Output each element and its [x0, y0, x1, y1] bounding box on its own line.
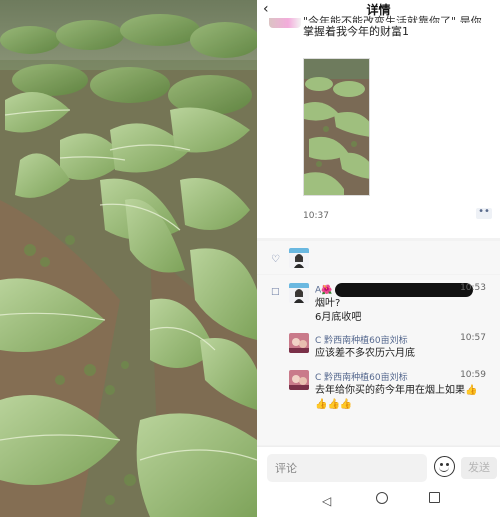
- comment-text-line2: 6月底收吧: [315, 312, 362, 323]
- post-card: "今年能不能改变生活就靠你了" 是你 掌握着我今年的财富1 10:37 ••: [257, 15, 500, 238]
- comment-item[interactable]: C 黔西南种植60亩刘标 10:59 去年给你买的药今年用在烟上如果👍 👍👍👍: [289, 370, 500, 416]
- comment-author[interactable]: A🌺: [315, 283, 474, 297]
- post-text-line1: "今年能不能改变生活就靠你了" 是你: [303, 15, 482, 23]
- comment-time: 10:57: [460, 333, 486, 343]
- avatar[interactable]: [289, 333, 309, 353]
- comment-input[interactable]: [267, 454, 427, 482]
- triangle-back-icon[interactable]: ◁: [322, 494, 334, 508]
- tobacco-field-illustration: [0, 0, 257, 517]
- comment-text: 应该差不多农历六月底: [315, 348, 415, 359]
- redaction-bar: [335, 283, 474, 297]
- post-image[interactable]: [303, 58, 370, 196]
- comment-text-line2: 👍👍👍: [315, 399, 353, 410]
- comment-author-name[interactable]: A🌺: [315, 286, 332, 296]
- tobacco-field-photo: [0, 0, 257, 517]
- comment-text-line1: 去年给你买的药今年用在烟上如果👍: [315, 385, 478, 396]
- heart-icon: ♡: [271, 254, 280, 265]
- comment-text: 烟叶? 6月底收吧: [315, 297, 493, 325]
- square-recent-icon[interactable]: [429, 492, 440, 503]
- comment-input-bar: 发送: [257, 446, 500, 486]
- circle-home-icon[interactable]: [376, 492, 388, 504]
- post-time: 10:37: [303, 211, 329, 221]
- avatar-image: [289, 283, 309, 303]
- avatar[interactable]: [289, 283, 309, 303]
- comment-author[interactable]: C 黔西南种植60亩刘标: [315, 333, 408, 346]
- post-text-line2: 掌握着我今年的财富1: [303, 25, 409, 38]
- comment-text: 去年给你买的药今年用在烟上如果👍 👍👍👍: [315, 384, 493, 412]
- avatar-image: [289, 370, 309, 390]
- moments-detail-panel: ‹ 详情 "今年能不能改变生活就靠你了" 是你 掌握着我今年的财富1 10:37…: [257, 0, 500, 517]
- system-nav-bar: ◁: [257, 486, 500, 517]
- avatar[interactable]: [289, 370, 309, 390]
- emoji-mouth: [439, 466, 449, 472]
- avatar-image: [289, 248, 309, 268]
- comments-section: □ A🌺 10:53 烟叶? 6月底收吧 C 黔西南种植60亩刘标 10:57 …: [257, 275, 500, 445]
- send-button[interactable]: 发送: [461, 457, 497, 479]
- comment-time: 10:53: [460, 283, 486, 293]
- more-options-button[interactable]: ••: [476, 207, 492, 219]
- avatar-image: [289, 333, 309, 353]
- comment-time: 10:59: [460, 370, 486, 380]
- comment-icon: □: [271, 287, 280, 297]
- emoji-icon[interactable]: [434, 456, 455, 477]
- likes-section: ♡: [257, 241, 500, 274]
- comment-text-line1: 烟叶?: [315, 298, 341, 309]
- post-image-thumbnail: [304, 59, 369, 195]
- comment-author[interactable]: C 黔西南种植60亩刘标: [315, 370, 408, 383]
- comment-item[interactable]: A🌺 10:53 烟叶? 6月底收吧: [289, 283, 500, 331]
- screen: ‹ 详情 "今年能不能改变生活就靠你了" 是你 掌握着我今年的财富1 10:37…: [0, 0, 500, 517]
- comment-item[interactable]: C 黔西南种植60亩刘标 10:57 应该差不多农历六月底: [289, 333, 500, 365]
- avatar[interactable]: [269, 18, 301, 28]
- post-text: "今年能不能改变生活就靠你了" 是你 掌握着我今年的财富1: [303, 15, 495, 40]
- avatar[interactable]: [289, 248, 309, 268]
